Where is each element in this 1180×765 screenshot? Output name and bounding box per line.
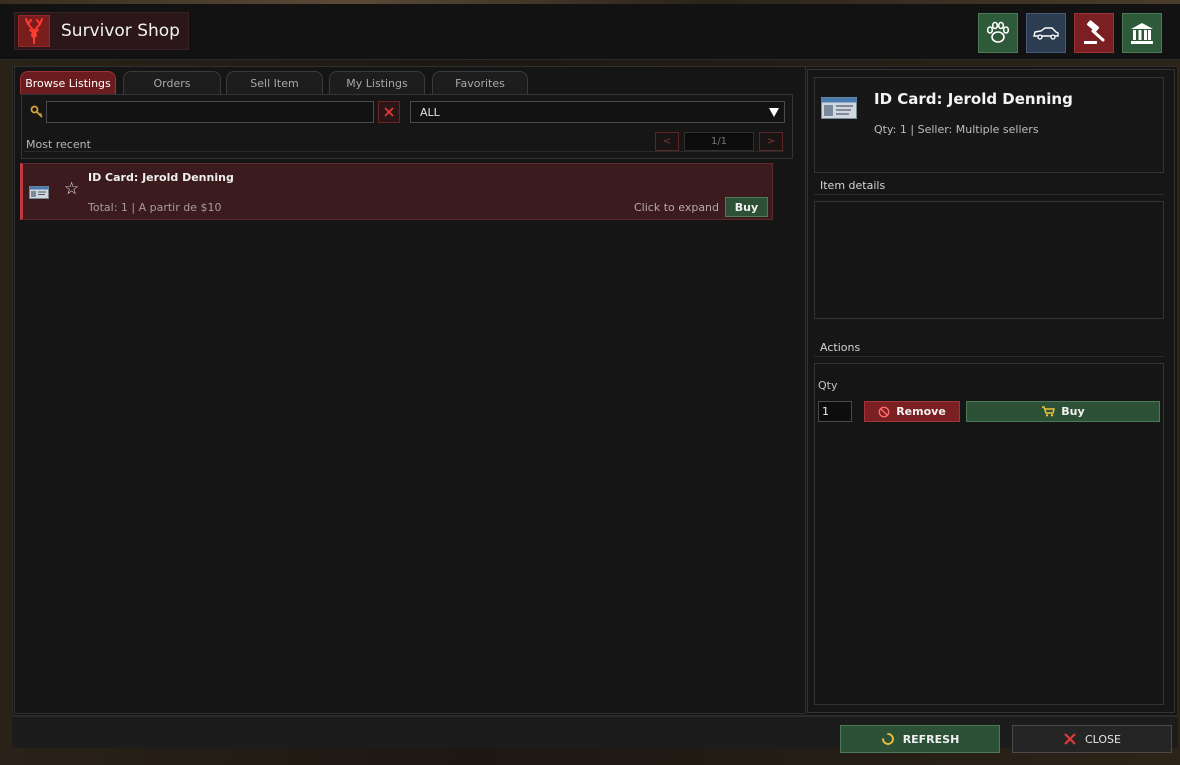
divider: [814, 194, 1164, 195]
listing-row[interactable]: ☆ ID Card: Jerold Denning Total: 1 | A p…: [20, 163, 773, 220]
divider: [814, 356, 1164, 357]
clear-search-button[interactable]: [378, 101, 400, 123]
top-bar: Survivor Shop: [0, 0, 1180, 60]
detail-item-name: ID Card: Jerold Denning: [874, 90, 1073, 108]
close-label: CLOSE: [1084, 732, 1121, 746]
listing-name: ID Card: Jerold Denning: [88, 171, 234, 184]
tab-favorites[interactable]: Favorites: [432, 71, 528, 94]
refresh-icon: [881, 733, 894, 745]
tab-browse-listings[interactable]: Browse Listings: [20, 71, 116, 94]
top-strip: [0, 0, 1180, 4]
buy-label: Buy: [1061, 405, 1085, 418]
bottom-bar: [12, 716, 1178, 748]
cart-icon: [1042, 406, 1056, 417]
id-card-icon: [29, 184, 49, 199]
qty-label: Qty: [818, 379, 838, 392]
detail-item-meta: Qty: 1 | Seller: Multiple sellers: [874, 123, 1039, 136]
tab-sell-item[interactable]: Sell Item: [226, 71, 323, 94]
expand-hint: Click to expand: [634, 201, 720, 214]
deer-antler-icon: [18, 15, 50, 47]
favorite-star-icon[interactable]: ☆: [64, 181, 79, 198]
remove-button[interactable]: Remove: [864, 401, 960, 422]
refresh-button[interactable]: REFRESH: [840, 725, 1000, 753]
prev-page-button[interactable]: <: [655, 132, 679, 151]
next-page-button[interactable]: >: [759, 132, 783, 151]
refresh-label: REFRESH: [902, 732, 960, 746]
close-icon: [384, 107, 394, 117]
item-details-box: [814, 201, 1164, 319]
category-select[interactable]: ALL: [410, 101, 785, 123]
key-icon: [30, 104, 44, 118]
close-button[interactable]: CLOSE: [1012, 725, 1172, 753]
listing-buy-button[interactable]: Buy: [725, 197, 768, 217]
close-icon: [1064, 733, 1076, 745]
tab-orders[interactable]: Orders: [123, 71, 221, 94]
tab-my-listings[interactable]: My Listings: [329, 71, 425, 94]
actions-label: Actions: [820, 341, 861, 354]
paw-icon[interactable]: [978, 13, 1018, 53]
remove-label: Remove: [896, 405, 946, 418]
qty-input[interactable]: [818, 401, 852, 422]
gavel-icon[interactable]: [1074, 13, 1114, 53]
id-card-icon: [821, 97, 857, 119]
bank-icon[interactable]: [1122, 13, 1162, 53]
car-icon[interactable]: [1026, 13, 1066, 53]
title-box: Survivor Shop: [14, 12, 189, 50]
prohibited-icon: [878, 406, 890, 417]
listing-meta: Total: 1 | A partir de $10: [88, 201, 222, 214]
chevron-down-icon: [769, 108, 779, 117]
sort-label[interactable]: Most recent: [26, 138, 91, 151]
category-value: ALL: [420, 105, 440, 119]
page-indicator: 1/1: [684, 132, 754, 151]
item-details-label: Item details: [820, 179, 886, 192]
divider: [24, 151, 784, 152]
app-title: Survivor Shop: [61, 21, 180, 41]
search-input[interactable]: [46, 101, 374, 123]
buy-button[interactable]: Buy: [966, 401, 1160, 422]
